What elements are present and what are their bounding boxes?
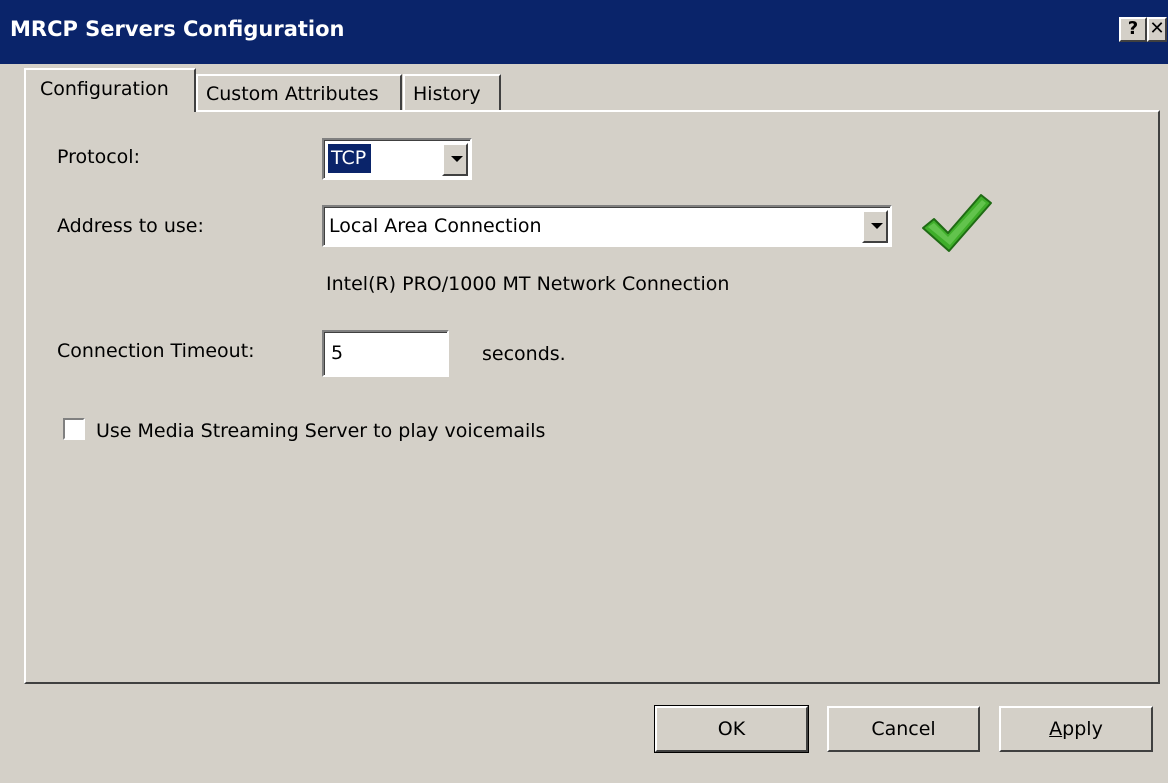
chevron-down-icon bbox=[451, 156, 463, 162]
media-streaming-label[interactable]: Use Media Streaming Server to play voice… bbox=[96, 420, 545, 442]
tab-custom-attributes[interactable]: Custom Attributes bbox=[196, 74, 402, 112]
address-selected-value: Local Area Connection bbox=[329, 215, 542, 237]
timeout-label: Connection Timeout: bbox=[57, 340, 255, 362]
protocol-selected-value: TCP bbox=[328, 144, 372, 173]
protocol-label: Protocol: bbox=[57, 146, 140, 168]
chevron-down-icon bbox=[871, 223, 883, 229]
window-title: MRCP Servers Configuration bbox=[10, 17, 345, 41]
address-select[interactable]: Local Area Connection bbox=[322, 205, 892, 247]
close-button[interactable]: ✕ bbox=[1147, 17, 1167, 42]
tab-history[interactable]: History bbox=[403, 74, 501, 112]
title-bar[interactable]: MRCP Servers Configuration ? ✕ bbox=[0, 0, 1168, 64]
green-checkmark-icon bbox=[922, 194, 992, 252]
adapter-description: Intel(R) PRO/1000 MT Network Connection bbox=[326, 273, 730, 295]
tab-configuration[interactable]: Configuration bbox=[24, 68, 196, 112]
timeout-input[interactable]: 5 bbox=[322, 330, 449, 377]
timeout-unit: seconds. bbox=[482, 343, 566, 365]
timeout-value: 5 bbox=[331, 342, 344, 364]
help-button[interactable]: ? bbox=[1119, 17, 1147, 42]
protocol-select[interactable]: TCP bbox=[322, 138, 472, 180]
address-dropdown-button[interactable] bbox=[862, 210, 888, 243]
apply-button[interactable]: Apply bbox=[999, 706, 1153, 752]
media-streaming-checkbox[interactable] bbox=[63, 418, 85, 440]
cancel-button[interactable]: Cancel bbox=[827, 706, 980, 752]
ok-button[interactable]: OK bbox=[654, 705, 809, 753]
protocol-dropdown-button[interactable] bbox=[442, 143, 468, 176]
address-label: Address to use: bbox=[57, 215, 204, 237]
